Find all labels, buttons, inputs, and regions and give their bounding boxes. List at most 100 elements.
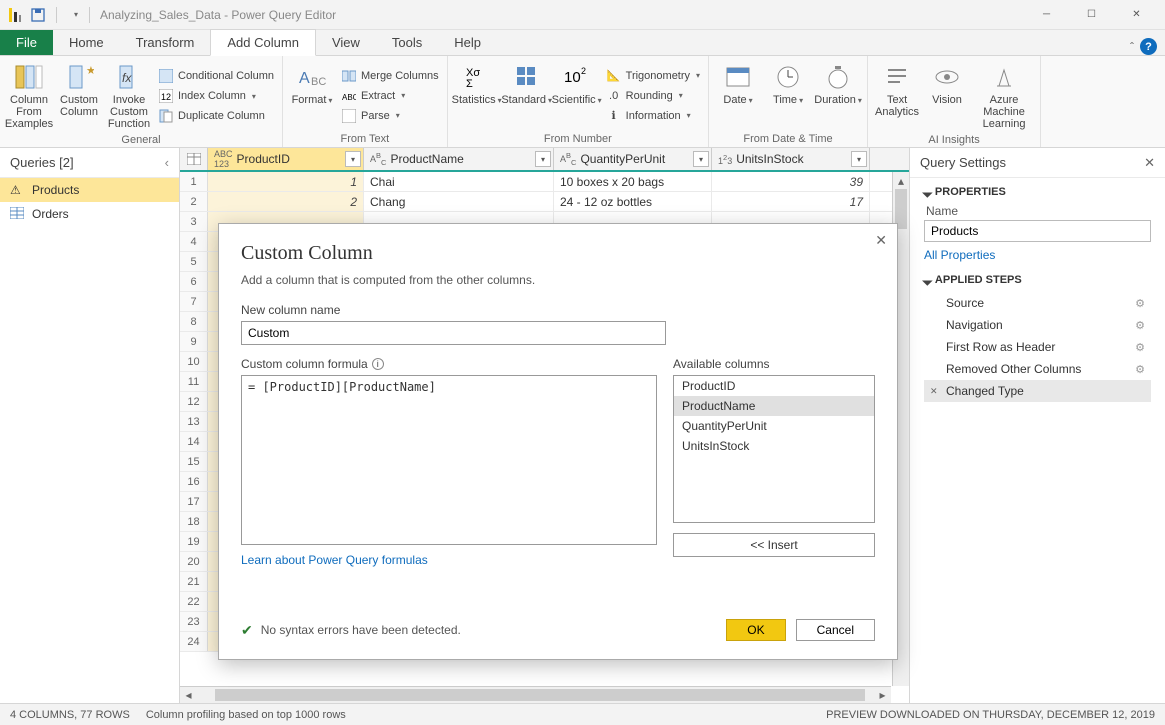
- quick-access-toolbar: [28, 5, 85, 25]
- conditional-column-button[interactable]: Conditional Column: [156, 67, 276, 85]
- svg-text:Σ: Σ: [466, 78, 473, 90]
- insert-button[interactable]: << Insert: [673, 533, 875, 557]
- azure-ml-button[interactable]: Azure Machine Learning: [974, 60, 1034, 132]
- tab-view[interactable]: View: [316, 30, 376, 55]
- close-settings-icon[interactable]: ✕: [1144, 155, 1155, 171]
- status-preview-date: PREVIEW DOWNLOADED ON THURSDAY, DECEMBER…: [826, 709, 1155, 721]
- table-icon[interactable]: [180, 148, 208, 170]
- svg-text:ABC: ABC: [342, 93, 356, 102]
- information-button[interactable]: ℹInformation: [604, 107, 702, 125]
- gear-icon[interactable]: ⚙: [1135, 363, 1145, 376]
- dialog-title: Custom Column: [241, 242, 875, 265]
- tab-add-column[interactable]: Add Column: [210, 29, 316, 56]
- custom-column-button[interactable]: ★ Custom Column: [56, 60, 102, 132]
- name-label: Name: [926, 204, 1151, 218]
- svg-text:12: 12: [161, 92, 171, 102]
- tab-home[interactable]: Home: [53, 30, 120, 55]
- query-name-input[interactable]: [924, 220, 1151, 242]
- format-button[interactable]: ABC Format: [289, 60, 335, 131]
- cancel-button[interactable]: Cancel: [796, 619, 875, 641]
- window-title: Analyzing_Sales_Data - Power Query Edito…: [100, 8, 336, 22]
- gear-icon[interactable]: ⚙: [1135, 341, 1145, 354]
- table-row[interactable]: 1 1 Chai 10 boxes x 20 bags 39: [180, 172, 909, 192]
- collapse-ribbon-icon[interactable]: ˆ: [1130, 40, 1134, 54]
- group-fromnumber-label: From Number: [454, 131, 702, 145]
- column-header-quantityperunit[interactable]: ABCQuantityPerUnit▾: [554, 148, 712, 170]
- all-properties-link[interactable]: All Properties: [924, 248, 1151, 262]
- close-button[interactable]: ✕: [1114, 0, 1159, 29]
- duplicate-column-button[interactable]: Duplicate Column: [156, 107, 276, 125]
- time-button[interactable]: Time: [765, 60, 811, 131]
- scientific-button[interactable]: 102Scientific: [554, 60, 600, 131]
- dialog-subtitle: Add a column that is computed from the o…: [241, 273, 875, 287]
- filter-dropdown-icon[interactable]: ▾: [693, 151, 709, 167]
- invoke-custom-function-button[interactable]: fx Invoke Custom Function: [106, 60, 152, 132]
- group-fromtext-label: From Text: [289, 131, 441, 145]
- date-button[interactable]: Date: [715, 60, 761, 131]
- extract-button[interactable]: ABCExtract: [339, 87, 441, 105]
- available-column-item[interactable]: UnitsInStock: [674, 436, 874, 456]
- available-columns-label: Available columns: [673, 357, 875, 371]
- check-icon: ✔: [241, 622, 253, 639]
- vision-button[interactable]: Vision: [924, 60, 970, 132]
- index-column-button[interactable]: 12Index Column: [156, 87, 276, 105]
- available-columns-list[interactable]: ProductIDProductNameQuantityPerUnitUnits…: [673, 375, 875, 523]
- column-header-unitsinstock[interactable]: 123UnitsInStock▾: [712, 148, 870, 170]
- qat-dropdown-icon[interactable]: [65, 5, 85, 25]
- query-settings-pane: Query Settings ✕ PROPERTIES Name All Pro…: [909, 148, 1165, 703]
- available-column-item[interactable]: ProductID: [674, 376, 874, 396]
- svg-text:fx: fx: [122, 71, 132, 85]
- group-general-label: General: [6, 132, 276, 146]
- save-icon[interactable]: [28, 5, 48, 25]
- parse-button[interactable]: Parse: [339, 107, 441, 125]
- gear-icon[interactable]: ⚙: [1135, 319, 1145, 332]
- tab-transform[interactable]: Transform: [120, 30, 211, 55]
- trigonometry-button[interactable]: 📐Trigonometry: [604, 67, 702, 85]
- column-header-productname[interactable]: ABCProductName▾: [364, 148, 554, 170]
- applied-step[interactable]: First Row as Header⚙: [924, 336, 1151, 358]
- tab-help[interactable]: Help: [438, 30, 497, 55]
- tab-tools[interactable]: Tools: [376, 30, 438, 55]
- window-controls: ─ ☐ ✕: [1024, 0, 1159, 29]
- query-item-orders[interactable]: Orders: [0, 202, 179, 226]
- formula-input[interactable]: [241, 375, 657, 545]
- new-column-name-input[interactable]: [241, 321, 666, 345]
- column-header-productid[interactable]: ABC123ProductID▾: [208, 148, 364, 170]
- learn-formulas-link[interactable]: Learn about Power Query formulas: [241, 553, 657, 567]
- ok-button[interactable]: OK: [726, 619, 785, 641]
- syntax-status: No syntax errors have been detected.: [261, 623, 461, 637]
- help-icon[interactable]: ?: [1140, 38, 1157, 55]
- minimize-button[interactable]: ─: [1024, 0, 1069, 29]
- applied-step[interactable]: Navigation⚙: [924, 314, 1151, 336]
- tab-file[interactable]: File: [0, 30, 53, 55]
- status-bar: 4 COLUMNS, 77 ROWS Column profiling base…: [0, 703, 1165, 725]
- available-column-item[interactable]: QuantityPerUnit: [674, 416, 874, 436]
- menu-tabs: File Home Transform Add Column View Tool…: [0, 30, 1165, 56]
- status-columns-rows: 4 COLUMNS, 77 ROWS: [10, 709, 130, 721]
- applied-step[interactable]: Source⚙: [924, 292, 1151, 314]
- queries-pane: Queries [2] ‹ ⚠ Products Orders: [0, 148, 180, 703]
- dialog-close-icon[interactable]: ✕: [875, 232, 887, 249]
- collapse-queries-icon[interactable]: ‹: [165, 155, 169, 170]
- table-row[interactable]: 2 2 Chang 24 - 12 oz bottles 17: [180, 192, 909, 212]
- gear-icon[interactable]: ⚙: [1135, 297, 1145, 310]
- applied-step[interactable]: Changed Type: [924, 380, 1151, 402]
- statistics-button[interactable]: ΧσΣStatistics: [454, 60, 500, 131]
- column-from-examples-button[interactable]: Column From Examples: [6, 60, 52, 132]
- info-icon[interactable]: i: [372, 358, 384, 370]
- filter-dropdown-icon[interactable]: ▾: [535, 151, 551, 167]
- maximize-button[interactable]: ☐: [1069, 0, 1114, 29]
- settings-header-label: Query Settings: [920, 155, 1006, 170]
- duration-button[interactable]: Duration: [815, 60, 861, 131]
- available-column-item[interactable]: ProductName: [674, 396, 874, 416]
- group-fromdt-label: From Date & Time: [715, 131, 861, 145]
- filter-dropdown-icon[interactable]: ▾: [345, 151, 361, 167]
- rounding-button[interactable]: .0Rounding: [604, 87, 702, 105]
- horizontal-scrollbar[interactable]: ◂▸: [180, 686, 891, 703]
- standard-button[interactable]: Standard: [504, 60, 550, 131]
- text-analytics-button[interactable]: Text Analytics: [874, 60, 920, 132]
- filter-dropdown-icon[interactable]: ▾: [851, 151, 867, 167]
- merge-columns-button[interactable]: Merge Columns: [339, 67, 441, 85]
- query-item-products[interactable]: ⚠ Products: [0, 178, 179, 202]
- applied-step[interactable]: Removed Other Columns⚙: [924, 358, 1151, 380]
